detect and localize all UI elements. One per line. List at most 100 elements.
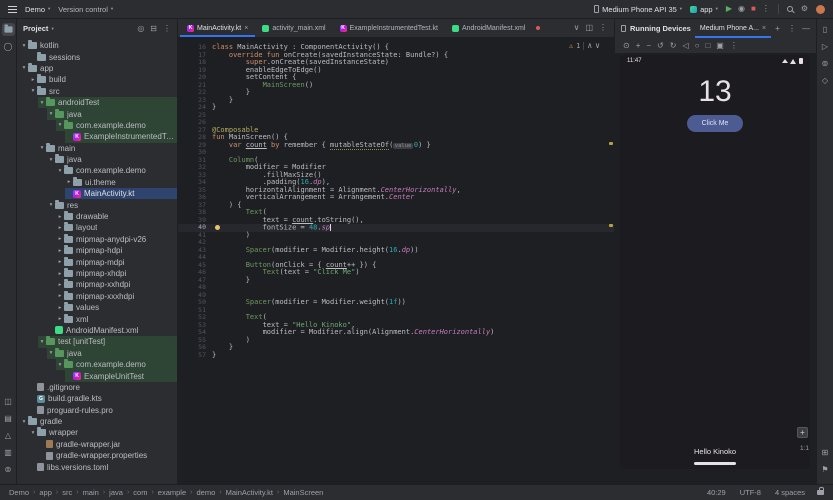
device-selector[interactable]: Medium Phone API 35 ▾ bbox=[594, 5, 682, 14]
line-number[interactable]: 23 bbox=[178, 96, 212, 105]
collapse-all-icon[interactable]: ⊟ bbox=[150, 24, 157, 33]
chevron-right-icon[interactable]: ▸ bbox=[56, 316, 64, 322]
code-line[interactable] bbox=[212, 307, 606, 315]
code-line[interactable]: } bbox=[212, 88, 606, 97]
tree-item-build[interactable]: ▸ build bbox=[17, 74, 177, 85]
code-line[interactable]: MainScreen() bbox=[212, 81, 606, 90]
tree-item-androidmanifest-xml[interactable]: AndroidManifest.xml bbox=[17, 325, 177, 336]
run-config-selector[interactable]: app ▾ bbox=[690, 5, 718, 14]
chevron-down-icon[interactable]: ▾ bbox=[56, 362, 64, 368]
main-menu-icon[interactable] bbox=[8, 5, 17, 13]
tree-item-mainactivity-kt[interactable]: K MainActivity.kt bbox=[17, 188, 177, 200]
home-icon[interactable]: ○ bbox=[695, 41, 700, 50]
line-number[interactable]: 48 bbox=[178, 283, 212, 292]
tree-item-mipmap-mdpi[interactable]: ▸ mipmap-mdpi bbox=[17, 256, 177, 267]
line-number[interactable]: 54 bbox=[178, 328, 212, 337]
build-tool-button[interactable]: ⊚ bbox=[2, 463, 15, 476]
gradle-button[interactable]: ⊚ bbox=[819, 57, 832, 70]
line-number[interactable]: 57 bbox=[178, 351, 212, 360]
code-line[interactable]: ) { bbox=[212, 201, 606, 210]
chevron-down-icon[interactable]: ▾ bbox=[29, 430, 37, 436]
tree-item-drawable[interactable]: ▸ drawable bbox=[17, 211, 177, 222]
code-line[interactable]: } bbox=[212, 343, 606, 352]
click-me-button[interactable]: Click Me bbox=[687, 115, 743, 132]
warning-stripe-mark[interactable] bbox=[609, 141, 613, 145]
tree-item-layout[interactable]: ▸ layout bbox=[17, 222, 177, 233]
tree-item-com-example-demo[interactable]: ▾ com.example.demo bbox=[17, 358, 177, 371]
close-icon[interactable]: × bbox=[762, 25, 766, 32]
tree-item-sessions[interactable]: sessions bbox=[17, 51, 177, 62]
chevron-down-icon[interactable]: ▾ bbox=[38, 100, 46, 106]
line-number[interactable]: 43 bbox=[178, 246, 212, 255]
line-number[interactable]: 51 bbox=[178, 306, 212, 315]
tree-item-res[interactable]: ▾ res bbox=[17, 199, 177, 210]
code-line[interactable]: ) bbox=[212, 231, 606, 240]
breadcrumb-com[interactable]: com bbox=[133, 488, 147, 497]
terminal-tool-button[interactable]: ▤ bbox=[2, 412, 15, 425]
file-encoding[interactable]: UTF-8 bbox=[740, 488, 761, 497]
rotate-right-icon[interactable]: ↻ bbox=[670, 41, 677, 50]
chevron-down-icon[interactable]: ▾ bbox=[29, 88, 37, 94]
inspection-widget[interactable]: ⚠ 1 ∧ ∨ bbox=[569, 42, 600, 50]
line-number[interactable]: 28 bbox=[178, 133, 212, 142]
chevron-right-icon[interactable]: ▸ bbox=[56, 259, 64, 265]
tree-item-java[interactable]: ▾ java bbox=[17, 154, 177, 165]
chevron-down-icon[interactable]: ▾ bbox=[47, 157, 55, 163]
code-line[interactable]: ) bbox=[212, 336, 606, 345]
code-line[interactable] bbox=[212, 149, 606, 157]
line-number[interactable]: 35 bbox=[178, 186, 212, 195]
hidden-tabs-icon[interactable]: ∨ bbox=[574, 24, 580, 32]
tree-item-mipmap-hdpi[interactable]: ▸ mipmap-hdpi bbox=[17, 245, 177, 256]
code-line[interactable]: fontSize = 48.sp bbox=[212, 224, 606, 232]
chevron-right-icon[interactable]: ▸ bbox=[56, 271, 64, 277]
code-line[interactable]: } bbox=[212, 276, 606, 285]
line-number[interactable]: 44 bbox=[178, 253, 212, 262]
power-icon[interactable]: ⊙ bbox=[623, 41, 630, 50]
zoom-in-button[interactable]: + bbox=[797, 427, 808, 438]
layout-inspector-button[interactable]: ⊞ bbox=[819, 446, 832, 459]
line-number[interactable]: 49 bbox=[178, 291, 212, 300]
line-number[interactable]: 20 bbox=[178, 73, 212, 82]
line-number[interactable]: 22 bbox=[178, 88, 212, 97]
breadcrumb-src[interactable]: src bbox=[62, 488, 72, 497]
line-number[interactable]: 38 bbox=[178, 208, 212, 217]
device-manager-button[interactable]: ▯ bbox=[819, 23, 832, 36]
tree-item-mipmap-xxxhdpi[interactable]: ▸ mipmap-xxxhdpi bbox=[17, 290, 177, 302]
chevron-right-icon[interactable]: ▸ bbox=[56, 305, 64, 311]
search-icon[interactable] bbox=[786, 6, 793, 12]
tree-item-mipmap-xxhdpi[interactable]: ▸ mipmap-xxhdpi bbox=[17, 279, 177, 290]
line-number[interactable]: 30 bbox=[178, 148, 212, 157]
chevron-right-icon[interactable]: ▸ bbox=[29, 77, 37, 83]
hide-panel-icon[interactable]: — bbox=[802, 24, 810, 33]
chevron-down-icon[interactable]: ▾ bbox=[38, 145, 46, 151]
run-button[interactable]: ▶ bbox=[726, 5, 732, 13]
line-number[interactable]: 37 bbox=[178, 201, 212, 210]
tree-item-exampleunittest[interactable]: K ExampleUnitTest bbox=[17, 370, 177, 382]
code-line[interactable] bbox=[212, 119, 606, 127]
settings-icon[interactable]: ⚙ bbox=[801, 5, 808, 13]
tree-item-ui-theme[interactable]: ▸ ui.theme bbox=[17, 176, 177, 188]
tree-item-gradle-wrapper-properties[interactable]: gradle-wrapper.properties bbox=[17, 450, 177, 461]
chevron-right-icon[interactable]: ▸ bbox=[56, 214, 64, 220]
chevron-down-icon[interactable]: ▾ bbox=[38, 339, 46, 345]
chevron-right-icon[interactable]: ▸ bbox=[65, 179, 73, 185]
close-tab-icon[interactable]: × bbox=[244, 25, 248, 32]
emulator-screen[interactable]: 11:47 13 Click Me Hello Kinoko bbox=[620, 55, 810, 469]
chevron-down-icon[interactable]: ▾ bbox=[56, 168, 64, 174]
running-devices-button[interactable]: ▷ bbox=[819, 40, 832, 53]
breadcrumb-demo[interactable]: demo bbox=[197, 488, 216, 497]
logcat-tool-button[interactable]: ▥ bbox=[2, 446, 15, 459]
next-problem-icon[interactable]: ∨ bbox=[595, 42, 600, 50]
tree-item-mipmap-xhdpi[interactable]: ▸ mipmap-xhdpi bbox=[17, 268, 177, 279]
chevron-down-icon[interactable]: ▾ bbox=[56, 122, 64, 128]
chevron-right-icon[interactable]: ▸ bbox=[56, 236, 64, 242]
line-number[interactable]: 55 bbox=[178, 336, 212, 345]
line-number[interactable]: 50 bbox=[178, 298, 212, 307]
project-tool-button[interactable] bbox=[1, 23, 15, 36]
code-line[interactable]: } bbox=[212, 96, 606, 105]
chevron-right-icon[interactable]: ▸ bbox=[56, 225, 64, 231]
line-number[interactable]: 25 bbox=[178, 111, 212, 120]
commit-tool-button[interactable]: ◯ bbox=[2, 40, 15, 53]
tree-item-test-unittest[interactable]: ▾ test [unitTest] bbox=[17, 336, 177, 348]
volume-up-icon[interactable]: + bbox=[636, 41, 641, 50]
